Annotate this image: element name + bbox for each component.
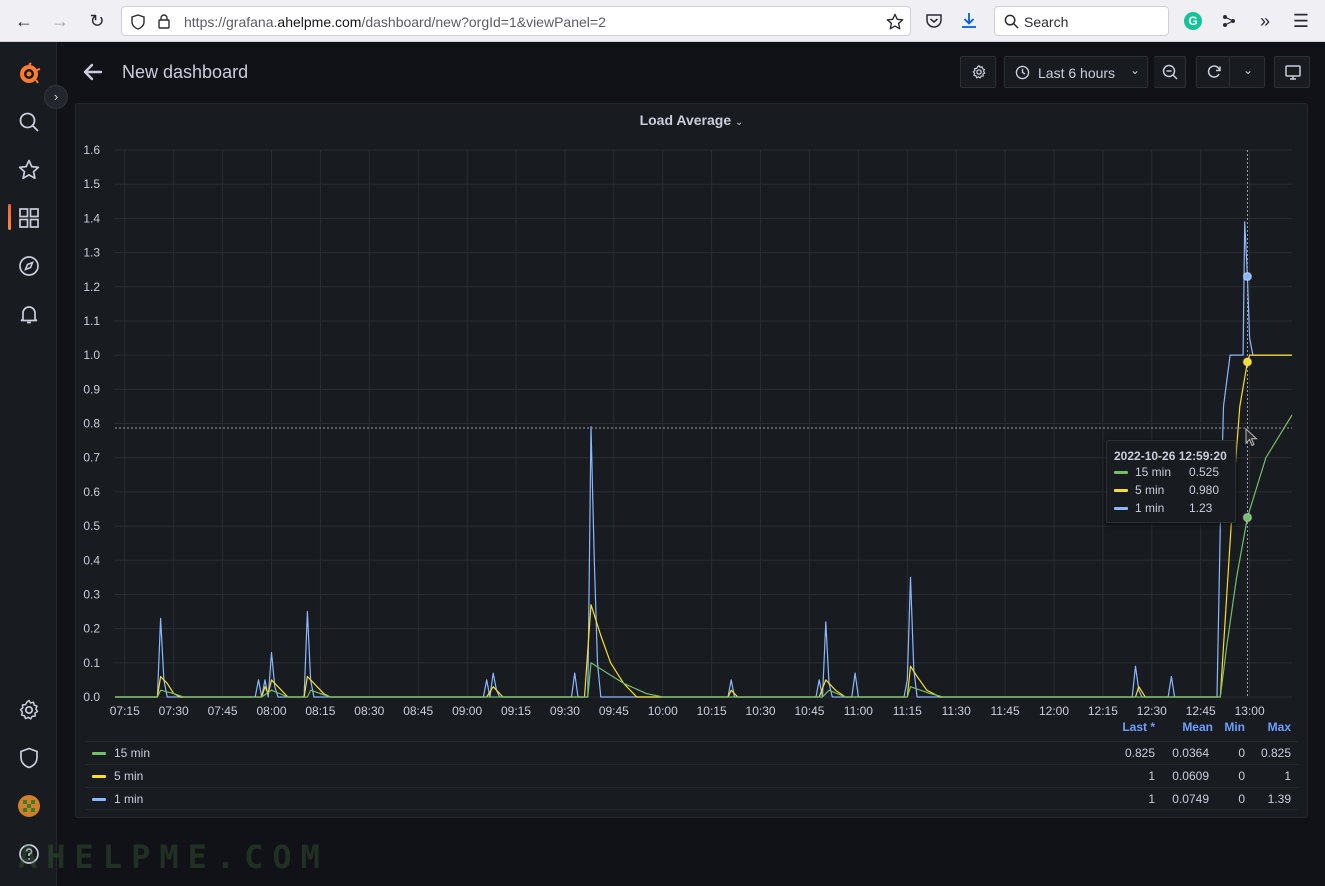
y-tick-label: 1.1 — [83, 314, 100, 328]
x-tick-label: 08:30 — [354, 704, 384, 718]
x-tick-label: 11:15 — [893, 704, 922, 718]
legend-row[interactable]: 15 min 0.825 0.0364 0 0.825 — [85, 741, 1298, 764]
legend-row[interactable]: 1 min 1 0.0749 0 1.39 — [85, 787, 1298, 810]
legend-row[interactable]: 5 min 1 0.0609 0 1 — [85, 764, 1298, 787]
legend-last: 1 — [1148, 792, 1155, 806]
legend-series-name[interactable]: 5 min — [114, 769, 143, 783]
y-tick-label: 0.1 — [83, 656, 100, 670]
x-tick-label: 10:45 — [794, 704, 824, 718]
hover-point-5-min — [1242, 357, 1253, 367]
y-tick-label: 0.3 — [83, 587, 100, 601]
x-tick-label: 07:15 — [110, 704, 140, 718]
x-tick-label: 08:45 — [403, 704, 433, 718]
legend-last: 1 — [1148, 769, 1155, 783]
legend-series-name[interactable]: 15 min — [114, 746, 150, 760]
y-tick-label: 1.0 — [83, 348, 100, 362]
y-tick-label: 0.7 — [83, 451, 100, 465]
x-tick-label: 09:15 — [501, 704, 531, 718]
x-tick-label: 07:30 — [159, 704, 189, 718]
x-tick-label: 08:15 — [305, 704, 335, 718]
y-tick-label: 0.4 — [83, 553, 100, 567]
y-tick-label: 0.0 — [83, 690, 100, 704]
series-color-swatch[interactable] — [92, 752, 106, 755]
x-tick-label: 08:00 — [256, 704, 286, 718]
legend-last: 0.825 — [1124, 746, 1155, 760]
y-tick-label: 1.6 — [83, 143, 100, 157]
series-color-swatch[interactable] — [92, 775, 106, 778]
legend-max: 1.39 — [1267, 792, 1291, 806]
watermark-logo: AHELPME.COM — [18, 838, 329, 876]
x-tick-label: 12:45 — [1186, 704, 1216, 718]
tooltip-row: 1 min 1.23 — [1114, 499, 1228, 517]
y-tick-label: 0.6 — [83, 485, 100, 499]
hover-point-1-min — [1242, 271, 1253, 282]
x-tick-label: 09:00 — [452, 704, 482, 718]
x-tick-label: 10:15 — [697, 704, 727, 718]
y-tick-label: 1.5 — [83, 177, 100, 191]
legend-col-min[interactable]: Min — [1195, 720, 1245, 734]
x-tick-label: 10:30 — [746, 704, 776, 718]
series-color-swatch — [1114, 471, 1128, 474]
series-color-swatch — [1114, 489, 1128, 492]
x-tick-label: 09:45 — [599, 704, 629, 718]
legend-col-max[interactable]: Max — [1241, 720, 1291, 734]
y-tick-label: 0.8 — [83, 417, 100, 431]
x-tick-label: 12:30 — [1137, 704, 1167, 718]
x-tick-label: 11:30 — [942, 704, 971, 718]
x-tick-label: 12:15 — [1088, 704, 1118, 718]
sidebar-expand-button[interactable]: › — [44, 85, 68, 109]
legend-max: 0.825 — [1260, 746, 1291, 760]
series-color-swatch — [1114, 507, 1128, 510]
x-tick-label: 11:45 — [991, 704, 1020, 718]
x-tick-label: 13:00 — [1235, 704, 1265, 718]
legend-col-last[interactable]: Last * — [1093, 720, 1155, 734]
y-tick-label: 0.9 — [83, 382, 100, 396]
chevron-right-icon: › — [53, 89, 59, 104]
x-tick-label: 12:00 — [1039, 704, 1069, 718]
tooltip-time: 2022-10-26 12:59:20 — [1114, 449, 1227, 463]
x-tick-label: 09:30 — [550, 704, 580, 718]
x-tick-label: 07:45 — [208, 704, 238, 718]
x-tick-label: 10:00 — [648, 704, 678, 718]
legend-series-name[interactable]: 1 min — [114, 792, 143, 806]
y-tick-label: 1.3 — [83, 246, 100, 260]
series-color-swatch[interactable] — [92, 798, 106, 801]
mouse-cursor-icon — [1245, 428, 1258, 447]
y-tick-label: 0.2 — [83, 622, 100, 636]
legend-max: 1 — [1284, 769, 1291, 783]
tooltip-row: 5 min 0.980 — [1114, 481, 1228, 499]
y-tick-label: 1.2 — [83, 280, 100, 294]
x-tick-label: 11:00 — [844, 704, 873, 718]
y-tick-label: 0.5 — [83, 519, 100, 533]
hover-point-15-min — [1242, 512, 1253, 523]
y-tick-label: 1.4 — [83, 211, 100, 225]
graph-tooltip: 2022-10-26 12:59:20 15 min 0.525 5 min 0.9… — [1106, 440, 1236, 523]
tooltip-row: 15 min 0.525 — [1114, 463, 1228, 481]
